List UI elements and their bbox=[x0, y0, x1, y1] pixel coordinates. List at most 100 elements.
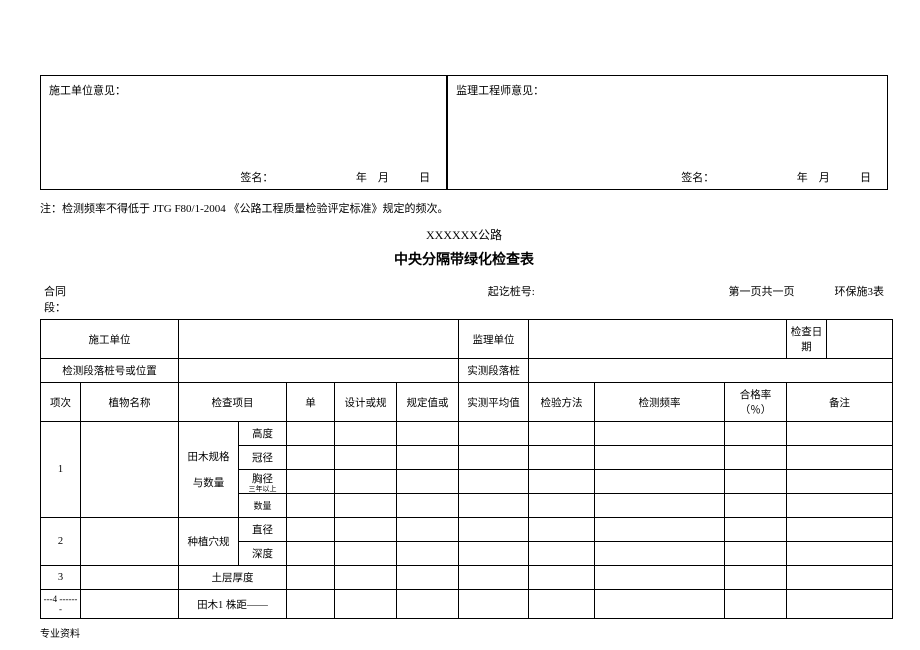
hdr-supervisor: 监理单位 bbox=[459, 320, 529, 359]
blank-cell bbox=[595, 470, 725, 494]
blank-cell bbox=[787, 590, 893, 619]
blank-cell bbox=[725, 590, 787, 619]
blank-cell bbox=[725, 494, 787, 518]
blank-cell bbox=[529, 422, 595, 446]
blank-cell bbox=[595, 518, 725, 542]
item-depth: 深度 bbox=[239, 542, 287, 566]
plant-1 bbox=[81, 422, 179, 518]
blank-cell bbox=[529, 494, 595, 518]
blank-cell bbox=[725, 518, 787, 542]
blank-cell bbox=[529, 590, 595, 619]
hdr-unit-col: 单 bbox=[287, 383, 335, 422]
blank-cell bbox=[787, 542, 893, 566]
blank-cell bbox=[335, 422, 397, 446]
hdr-real-stake: 实测段落桩 bbox=[459, 359, 529, 383]
blank-cell bbox=[595, 422, 725, 446]
blank-cell bbox=[459, 542, 529, 566]
blank-cell bbox=[459, 422, 529, 446]
blank-cell bbox=[287, 518, 335, 542]
note-text: 注：检测频率不得低于 JTG F80/1-2004 《公路工程质量检验评定标准》… bbox=[40, 200, 888, 216]
blank-cell bbox=[595, 566, 725, 590]
hdr-plant: 植物名称 bbox=[81, 383, 179, 422]
item-height: 高度 bbox=[239, 422, 287, 446]
item-diameter: 直径 bbox=[239, 518, 287, 542]
hdr-remark: 备注 bbox=[787, 383, 893, 422]
blank-cell bbox=[335, 590, 397, 619]
blank-cell bbox=[459, 494, 529, 518]
header-row-3: 项次 植物名称 检查项目 单 设计或规 规定值或 实测平均值 检验方法 检测频率… bbox=[41, 383, 893, 422]
blank-cell bbox=[287, 590, 335, 619]
blank-cell bbox=[335, 566, 397, 590]
hdr-freq: 检测频率 bbox=[595, 383, 725, 422]
contract-section: 合同 段： bbox=[44, 283, 124, 315]
hdr-construction-unit: 施工单位 bbox=[41, 320, 179, 359]
item-chest-label: 胸径 bbox=[239, 471, 286, 486]
blank-cell bbox=[287, 494, 335, 518]
blank-cell bbox=[529, 320, 787, 359]
footer-text: 专业资料 bbox=[40, 625, 888, 640]
plant-2 bbox=[81, 518, 179, 566]
group-1: 田木规格 与数量 bbox=[179, 422, 239, 518]
blank-cell bbox=[335, 494, 397, 518]
blank-cell bbox=[459, 518, 529, 542]
blank-cell bbox=[459, 470, 529, 494]
seq-3: 3 bbox=[41, 566, 81, 590]
blank-cell bbox=[287, 446, 335, 470]
seq-1: 1 bbox=[41, 422, 81, 518]
blank-cell bbox=[725, 542, 787, 566]
blank-cell bbox=[459, 590, 529, 619]
item-chest: 胸径三年以上 bbox=[239, 470, 287, 494]
blank-cell bbox=[335, 518, 397, 542]
hdr-stake: 检测段落桩号或位置 bbox=[41, 359, 179, 383]
blank-cell bbox=[287, 566, 335, 590]
blank-cell bbox=[529, 470, 595, 494]
blank-cell bbox=[397, 446, 459, 470]
hdr-design: 设计或规 bbox=[335, 383, 397, 422]
blank-cell bbox=[787, 446, 893, 470]
blank-cell bbox=[787, 518, 893, 542]
blank-cell bbox=[459, 566, 529, 590]
row-2a: 2 种植穴规 直径 bbox=[41, 518, 893, 542]
blank-cell bbox=[827, 320, 893, 359]
plant-3 bbox=[81, 566, 179, 590]
hdr-spec: 规定值或 bbox=[397, 383, 459, 422]
construction-signature-line: 签名： 年 月 日 bbox=[49, 169, 438, 185]
page-info: 第一页共一页 bbox=[729, 283, 795, 315]
seq-2: 2 bbox=[41, 518, 81, 566]
blank-cell bbox=[335, 542, 397, 566]
supervisor-opinion-heading: 监理工程师意见： bbox=[456, 82, 879, 98]
blank-cell bbox=[397, 566, 459, 590]
blank-cell bbox=[335, 470, 397, 494]
blank-cell bbox=[529, 359, 893, 383]
blank-cell bbox=[725, 446, 787, 470]
blank-cell bbox=[595, 590, 725, 619]
form-title: 中央分隔带绿化检查表 bbox=[40, 249, 888, 269]
inspection-table: 施工单位 监理单位 检查日期 检测段落桩号或位置 实测段落桩 项次 植物名称 检… bbox=[40, 319, 893, 619]
opinion-boxes: 施工单位意见： 签名： 年 月 日 监理工程师意见： 签名： 年 月 日 bbox=[40, 75, 888, 190]
item-crown: 冠径 bbox=[239, 446, 287, 470]
blank-cell bbox=[529, 518, 595, 542]
hdr-pass: 合格率（％） bbox=[725, 383, 787, 422]
meta-row: 合同 段： 起讫桩号: 第一页共一页 环保施3表 bbox=[40, 283, 888, 315]
blank-cell bbox=[725, 566, 787, 590]
plant-4 bbox=[81, 590, 179, 619]
road-name: XXXXXX公路 bbox=[40, 226, 888, 243]
construction-opinion-heading: 施工单位意见： bbox=[49, 82, 438, 98]
blank-cell bbox=[287, 470, 335, 494]
blank-cell bbox=[529, 446, 595, 470]
blank-cell bbox=[787, 494, 893, 518]
hdr-item: 检查项目 bbox=[179, 383, 287, 422]
blank-cell bbox=[595, 494, 725, 518]
group-2: 种植穴规 bbox=[179, 518, 239, 566]
hdr-measured: 实测平均值 bbox=[459, 383, 529, 422]
row-1a: 1 田木规格 与数量 高度 bbox=[41, 422, 893, 446]
blank-cell bbox=[787, 470, 893, 494]
blank-cell bbox=[397, 422, 459, 446]
blank-cell bbox=[595, 542, 725, 566]
hdr-seq: 项次 bbox=[41, 383, 81, 422]
row-4: ---4 ------- 田木1 株距—— bbox=[41, 590, 893, 619]
blank-cell bbox=[529, 542, 595, 566]
header-row-2: 检测段落桩号或位置 实测段落桩 bbox=[41, 359, 893, 383]
supervisor-signature-line: 签名： 年 月 日 bbox=[456, 169, 879, 185]
group-3: 土层厚度 bbox=[179, 566, 287, 590]
